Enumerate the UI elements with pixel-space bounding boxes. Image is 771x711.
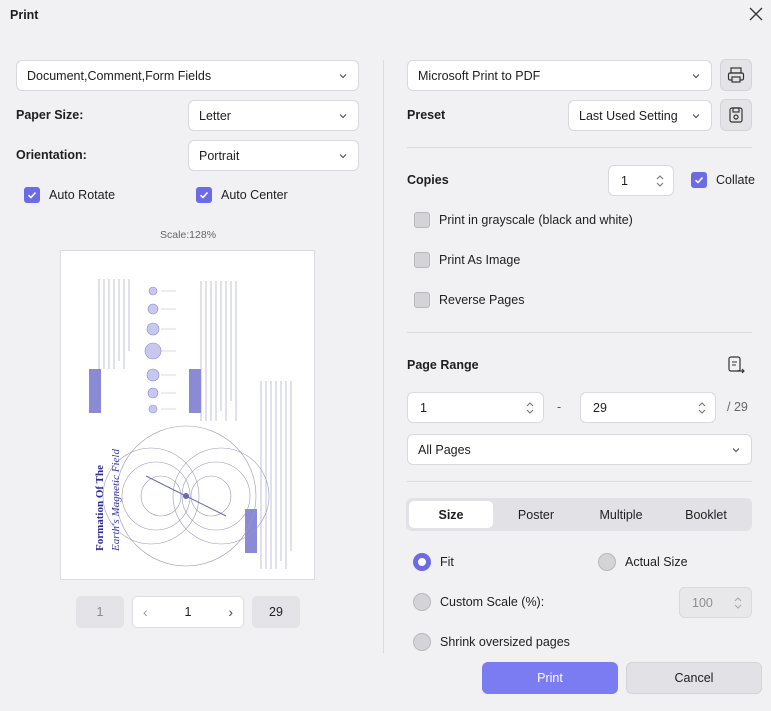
chevron-down-icon xyxy=(339,73,347,78)
chevron-down-icon xyxy=(732,447,740,452)
paper-size-select[interactable]: Letter xyxy=(188,100,359,131)
custom-scale-stepper[interactable]: 100 xyxy=(679,587,752,618)
close-icon[interactable] xyxy=(746,4,766,24)
shrink-oversized-label: Shrink oversized pages xyxy=(440,635,570,649)
grayscale-label: Print in grayscale (black and white) xyxy=(439,213,633,227)
checkbox-checked-icon xyxy=(691,172,707,188)
checkbox-unchecked-icon xyxy=(414,212,430,228)
stepper-arrows-icon xyxy=(734,596,742,609)
tab-booklet[interactable]: Booklet xyxy=(664,501,748,528)
chevron-down-icon xyxy=(692,113,700,118)
checkbox-unchecked-icon xyxy=(414,292,430,308)
orientation-value: Portrait xyxy=(199,148,240,163)
print-as-image-label: Print As Image xyxy=(439,253,521,267)
reverse-pages-label: Reverse Pages xyxy=(439,293,525,307)
stepper-arrows-icon[interactable] xyxy=(525,400,535,416)
auto-center-checkbox[interactable]: Auto Center xyxy=(196,187,288,203)
copies-value: 1 xyxy=(621,173,628,188)
custom-scale-radio[interactable]: Custom Scale (%): xyxy=(413,593,544,611)
auto-center-label: Auto Center xyxy=(221,188,288,202)
print-as-image-checkbox[interactable]: Print As Image xyxy=(414,252,520,268)
chevron-down-icon xyxy=(339,113,347,118)
divider xyxy=(407,332,752,333)
checkbox-checked-icon xyxy=(24,187,40,203)
tab-size[interactable]: Size xyxy=(409,501,493,528)
preview-page-illustration: Formation Of The Earth's Magnetic Field xyxy=(89,279,292,569)
reverse-pages-checkbox[interactable]: Reverse Pages xyxy=(414,292,524,308)
copies-label: Copies xyxy=(407,173,449,187)
collate-checkbox[interactable]: Collate xyxy=(691,172,755,188)
pager-current: 1 xyxy=(184,605,192,619)
chevron-left-icon[interactable]: ‹ xyxy=(143,604,148,620)
preview-title-line1: Formation Of The xyxy=(94,465,106,551)
copies-stepper[interactable]: 1 xyxy=(608,165,674,196)
fit-radio[interactable]: Fit xyxy=(413,553,454,571)
radio-unselected-icon xyxy=(413,593,431,611)
print-button[interactable]: Print xyxy=(482,662,618,694)
collate-label: Collate xyxy=(716,173,755,187)
chevron-down-icon xyxy=(339,153,347,158)
custom-scale-value: 100 xyxy=(692,595,713,610)
checkbox-unchecked-icon xyxy=(414,252,430,268)
page-range-mode-select[interactable]: All Pages xyxy=(407,434,752,465)
page-range-mode-value: All Pages xyxy=(418,442,471,457)
radio-unselected-icon xyxy=(413,633,431,651)
page-preview: Formation Of The Earth's Magnetic Field xyxy=(60,250,315,580)
fit-label: Fit xyxy=(440,555,454,569)
scale-label: Scale:128% xyxy=(160,229,217,241)
chevron-right-icon[interactable]: › xyxy=(228,604,233,620)
page-range-label: Page Range xyxy=(407,358,479,372)
auto-rotate-label: Auto Rotate xyxy=(49,188,116,202)
page-range-total: / 29 xyxy=(727,400,748,414)
pager-control[interactable]: ‹ 1 › xyxy=(132,596,244,628)
preset-value: Last Used Setting xyxy=(579,108,678,123)
page-range-from[interactable]: 1 xyxy=(407,392,544,423)
shrink-oversized-radio[interactable]: Shrink oversized pages xyxy=(413,633,570,651)
actual-size-radio[interactable]: Actual Size xyxy=(598,553,688,571)
printer-value: Microsoft Print to PDF xyxy=(418,68,541,83)
radio-selected-icon xyxy=(413,553,431,571)
page-range-from-value: 1 xyxy=(420,400,427,415)
pager-last-label: 29 xyxy=(269,605,283,619)
custom-scale-label: Custom Scale (%): xyxy=(440,595,545,609)
printer-properties-button[interactable] xyxy=(720,59,752,91)
actual-size-label: Actual Size xyxy=(625,555,688,569)
preview-title-line2: Earth's Magnetic Field xyxy=(110,449,122,552)
content-select[interactable]: Document,Comment,Form Fields xyxy=(16,60,359,91)
column-divider xyxy=(383,60,384,653)
content-select-value: Document,Comment,Form Fields xyxy=(27,68,212,83)
orientation-label: Orientation: xyxy=(16,148,87,162)
pager-last-button[interactable]: 29 xyxy=(252,596,300,628)
paper-size-value: Letter xyxy=(199,108,231,123)
page-range-dash: - xyxy=(557,400,562,414)
page-range-swap-icon[interactable] xyxy=(725,354,747,376)
dialog-title: Print xyxy=(10,8,39,22)
printer-select[interactable]: Microsoft Print to PDF xyxy=(407,60,712,91)
page-range-to[interactable]: 29 xyxy=(580,392,716,423)
stepper-arrows-icon[interactable] xyxy=(697,400,707,416)
page-sizing-tabs: Size Poster Multiple Booklet xyxy=(406,498,752,531)
checkbox-checked-icon xyxy=(196,187,212,203)
stepper-arrows-icon[interactable] xyxy=(655,173,665,189)
radio-unselected-icon xyxy=(598,553,616,571)
tab-poster[interactable]: Poster xyxy=(494,501,578,528)
printer-icon xyxy=(727,67,745,83)
preset-select[interactable]: Last Used Setting xyxy=(568,100,712,131)
divider xyxy=(407,147,752,148)
orientation-select[interactable]: Portrait xyxy=(188,140,359,171)
paper-size-label: Paper Size: xyxy=(16,108,84,122)
chevron-down-icon xyxy=(692,73,700,78)
cancel-button[interactable]: Cancel xyxy=(626,662,762,694)
save-preset-button[interactable] xyxy=(720,99,752,131)
preset-label: Preset xyxy=(407,108,446,122)
auto-rotate-checkbox[interactable]: Auto Rotate xyxy=(24,187,115,203)
divider xyxy=(407,481,752,482)
save-icon xyxy=(729,107,743,123)
page-range-to-value: 29 xyxy=(593,400,607,415)
pager-first-button[interactable]: 1 xyxy=(76,596,124,628)
grayscale-checkbox[interactable]: Print in grayscale (black and white) xyxy=(414,212,633,228)
pager-first-label: 1 xyxy=(96,605,104,619)
tab-multiple[interactable]: Multiple xyxy=(579,501,663,528)
